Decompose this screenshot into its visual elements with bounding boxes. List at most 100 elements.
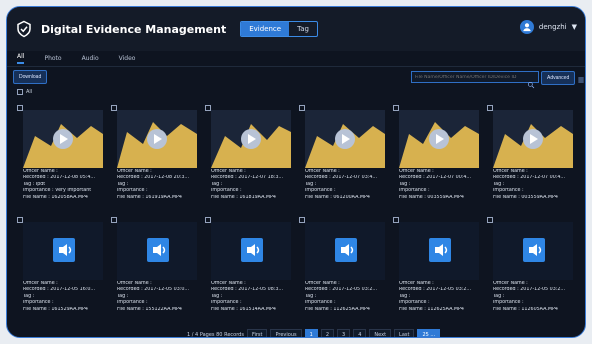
audio-thumbnail[interactable] [399,222,479,280]
file-name: File Name : 112605AA.MP4 [493,306,558,312]
card-meta: Officer Name : Recorded : 2017-12-05 03:… [493,281,575,313]
audio-thumbnail[interactable] [23,222,103,280]
recorded-date: Recorded : 2017-12-08 05:4... [23,175,95,181]
page-1-button[interactable]: 1 [304,328,318,337]
recorded-date: Recorded : 2017-12-05 03:2... [493,287,565,293]
audio-thumbnail[interactable] [493,222,573,280]
file-name: File Name : 162058AA.MP4 [23,194,88,200]
audio-thumbnail[interactable] [211,222,291,280]
page-3-button[interactable]: 3 [337,328,351,337]
app-logo-icon [15,20,33,38]
recorded-date: Recorded : 2017-12-05 03:0... [117,287,189,293]
page-size-select[interactable]: 25 ... [417,328,441,337]
file-name: File Name : 161919AA.MP4 [117,194,182,200]
app-window: Digital Evidence Management Evidence Tag… [6,6,586,338]
select-all[interactable]: All [17,89,32,95]
audio-file-icon [241,238,263,262]
recorded-date: Recorded : 2017-12-07 00:4... [493,175,565,181]
search-icon[interactable] [527,74,535,89]
advanced-button[interactable]: Advanced [541,71,576,85]
recorded-date: Recorded : 2017-12-05 03:2... [399,287,471,293]
tab-audio[interactable]: Audio [82,55,99,62]
file-name: File Name : 061200AA.MP4 [305,194,370,200]
recorded-date: Recorded : 2017-12-08 20:3... [117,175,189,181]
previous-page-button[interactable]: Previous [270,328,302,337]
video-thumbnail[interactable] [117,110,197,168]
app-title: Digital Evidence Management [41,22,227,36]
file-name: File Name : 003559AA.MP4 [493,194,558,200]
evidence-card[interactable]: Officer Name : Recorded : 2017-12-05 16:… [17,217,105,327]
card-meta: Officer Name : Recorded : 2017-12-08 05:… [23,169,105,201]
media-tabs: All Photo Audio Video [7,51,585,67]
select-all-label: All [26,89,33,95]
evidence-card[interactable]: Officer Name : Recorded : 2017-12-05 03:… [393,217,481,327]
card-meta: Officer Name : Recorded : 2017-12-05 03:… [399,281,481,313]
card-meta: Officer Name : Recorded : 2017-12-05 03:… [117,281,199,313]
recorded-date: Recorded : 2017-12-07 18:3... [211,175,283,181]
audio-file-icon [147,238,169,262]
evidence-card[interactable]: Officer Name : Recorded : 2017-12-08 05:… [17,105,105,215]
card-meta: Officer Name : Recorded : 2017-12-07 00:… [399,169,481,201]
video-thumbnail[interactable] [493,110,573,168]
recorded-date: Recorded : 2017-12-07 03:4... [305,175,377,181]
video-thumbnail[interactable] [305,110,385,168]
page-4-button[interactable]: 4 [353,328,367,337]
evidence-card[interactable]: Officer Name : Recorded : 2017-12-05 08:… [205,217,293,327]
next-page-button[interactable]: Next [369,328,392,337]
card-meta: Officer Name : Recorded : 2017-12-07 18:… [211,169,293,201]
evidence-card[interactable]: Officer Name : Recorded : 2017-12-05 03:… [487,217,575,327]
evidence-card[interactable]: Officer Name : Recorded : 2017-12-05 03:… [111,217,199,327]
chevron-down-icon[interactable]: ▼ [572,23,577,31]
search-input[interactable] [412,74,524,80]
file-name: File Name : 161529AA.MP4 [23,306,88,312]
list-view-icon[interactable] [577,71,585,83]
pagination-summary: 1 / 4 Pages 80 Records [187,331,244,338]
evidence-card[interactable]: Officer Name : Recorded : 2017-12-07 03:… [299,105,387,215]
evidence-tag-switch: Evidence Tag [240,21,318,37]
segment-tag[interactable]: Tag [289,22,317,36]
recorded-date: Recorded : 2017-12-05 08:3... [211,287,283,293]
tab-video[interactable]: Video [119,55,136,62]
card-meta: Officer Name : Recorded : 2017-12-07 03:… [305,169,387,201]
page-2-button[interactable]: 2 [320,328,334,337]
evidence-card[interactable]: Officer Name : Recorded : 2017-12-07 00:… [487,105,575,215]
video-thumbnail[interactable] [399,110,479,168]
segment-evidence[interactable]: Evidence [241,22,290,36]
audio-thumbnail[interactable] [305,222,385,280]
top-bar: Digital Evidence Management Evidence Tag… [7,7,585,51]
pagination: 1 / 4 Pages 80 Records First Previous 1 … [187,328,441,338]
search-box [411,71,539,89]
file-name: File Name : 112625AA.MP4 [305,306,370,312]
tab-all[interactable]: All [17,53,25,64]
download-button[interactable]: Download [13,70,48,84]
toolbar: Download Advanced [7,67,585,89]
file-name: File Name : 161514AA.MP4 [211,306,276,312]
card-meta: Officer Name : Recorded : 2017-12-05 03:… [305,281,387,313]
recorded-date: Recorded : 2017-12-07 00:4... [399,175,471,181]
last-page-button[interactable]: Last [394,328,415,337]
audio-file-icon [523,238,545,262]
card-meta: Officer Name : Recorded : 2017-12-05 08:… [211,281,293,313]
audio-file-icon [335,238,357,262]
evidence-card[interactable]: Officer Name : Recorded : 2017-12-05 03:… [299,217,387,327]
recorded-date: Recorded : 2017-12-05 16:0... [23,287,95,293]
file-name: File Name : 112625AA.MP4 [399,306,464,312]
avatar [519,20,534,34]
audio-thumbnail[interactable] [117,222,197,280]
video-thumbnail[interactable] [23,110,103,168]
evidence-card[interactable]: Officer Name : Recorded : 2017-12-07 00:… [393,105,481,215]
first-page-button[interactable]: First [246,328,268,337]
audio-file-icon [429,238,451,262]
evidence-card[interactable]: Officer Name : Recorded : 2017-12-07 18:… [205,105,293,215]
user-menu[interactable]: dengzhi ▼ [519,20,577,34]
card-meta: Officer Name : Recorded : 2017-12-08 20:… [117,169,199,201]
evidence-card[interactable]: Officer Name : Recorded : 2017-12-08 20:… [111,105,199,215]
card-meta: Officer Name : Recorded : 2017-12-07 00:… [493,169,575,201]
select-all-checkbox[interactable] [17,89,23,95]
username: dengzhi [538,23,567,31]
file-name: File Name : 155122AA.MP4 [117,306,182,312]
video-thumbnail[interactable] [211,110,291,168]
file-name: File Name : 003559AA.MP4 [399,194,464,200]
audio-file-icon [53,238,75,262]
tab-photo[interactable]: Photo [44,55,61,62]
